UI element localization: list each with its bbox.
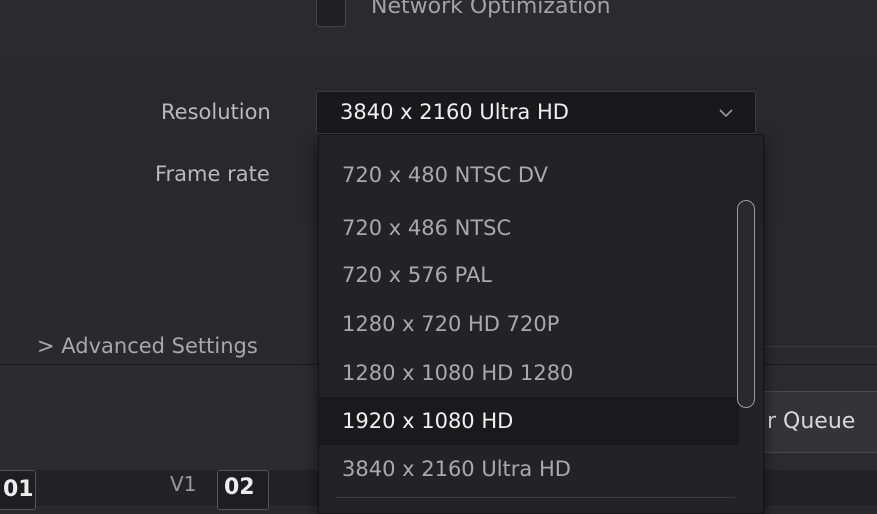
resolution-option-label: 720 x 486 NTSC — [342, 216, 512, 240]
resolution-option[interactable]: 3840 x 2160 Ultra HD — [319, 445, 739, 493]
timecode-left-value: 01 — [3, 477, 34, 502]
resolution-option-hovered[interactable]: 1920 x 1080 HD — [319, 397, 739, 445]
resolution-option[interactable]: 1280 x 1080 HD 1280 — [319, 349, 739, 397]
resolution-select-value: 3840 x 2160 Ultra HD — [340, 100, 569, 124]
resolution-option-label: 1280 x 1080 HD 1280 — [342, 361, 574, 385]
timecode-field-right[interactable]: 02 — [217, 470, 269, 510]
network-optimization-label: Network Optimization — [371, 0, 611, 19]
dropdown-divider — [335, 497, 735, 498]
resolution-label: Resolution — [161, 100, 271, 124]
resolution-option[interactable]: 720 x 480 NTSC DV — [319, 151, 739, 199]
network-optimization-checkbox[interactable] — [316, 0, 346, 27]
dropdown-scrollbar-thumb[interactable] — [737, 200, 755, 408]
resolution-option[interactable]: 1280 x 720 HD 720P — [319, 300, 739, 348]
resolution-option-label: 720 x 576 PAL — [342, 263, 493, 287]
timecode-right-value: 02 — [224, 475, 255, 500]
resolution-option[interactable]: 720 x 486 NTSC — [319, 204, 739, 252]
resolution-dropdown-list[interactable]: 720 x 480 NTSC DV 720 x 486 NTSC 720 x 5… — [318, 134, 764, 514]
resolution-option-label: 3840 x 2160 Ultra HD — [342, 457, 571, 481]
resolution-option[interactable]: 720 x 576 PAL — [319, 251, 739, 299]
resolution-select[interactable]: 3840 x 2160 Ultra HD — [316, 91, 756, 134]
track-label: V1 — [170, 472, 197, 496]
resolution-option-label: 1280 x 720 HD 720P — [342, 312, 560, 336]
timecode-field-left[interactable]: 01 — [0, 470, 36, 510]
render-queue-button-label: r Queue — [767, 409, 856, 434]
frame-rate-label: Frame rate — [155, 162, 270, 186]
resolution-option-label: 720 x 480 NTSC DV — [342, 163, 548, 187]
advanced-settings-toggle[interactable]: > Advanced Settings — [37, 334, 258, 358]
chevron-down-icon — [719, 109, 733, 118]
resolution-option-label: 1920 x 1080 HD — [342, 409, 514, 433]
